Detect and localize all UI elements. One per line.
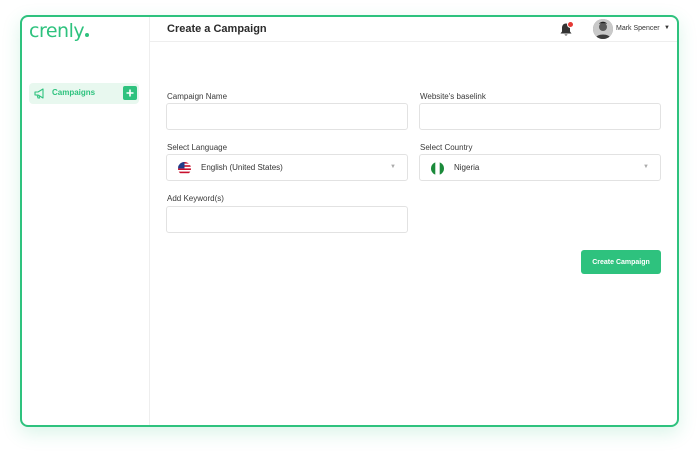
caret-down-icon[interactable]: ▼ bbox=[664, 25, 670, 31]
user-name[interactable]: Mark Spencer bbox=[616, 25, 660, 32]
keywords-input[interactable] bbox=[166, 206, 408, 233]
chevron-down-icon: ▼ bbox=[643, 164, 649, 170]
create-campaign-form: Campaign Name Website's baselink Select … bbox=[150, 42, 677, 425]
megaphone-icon bbox=[34, 88, 44, 99]
language-label: Select Language bbox=[167, 143, 228, 152]
sidebar: crenly Campaigns bbox=[22, 17, 150, 425]
avatar[interactable] bbox=[593, 19, 613, 39]
app-window: crenly Campaigns Create a Campaign Mark … bbox=[20, 15, 679, 427]
notification-badge bbox=[567, 21, 574, 28]
language-select[interactable]: English (United States) ▼ bbox=[166, 154, 408, 181]
logo[interactable]: crenly bbox=[29, 20, 90, 42]
plus-icon bbox=[126, 89, 134, 97]
country-value: Nigeria bbox=[454, 163, 480, 172]
add-campaign-button[interactable] bbox=[123, 86, 137, 100]
sidebar-item-campaigns[interactable]: Campaigns bbox=[29, 83, 139, 104]
sidebar-item-label: Campaigns bbox=[52, 88, 96, 97]
language-value: English (United States) bbox=[201, 163, 283, 172]
top-bar: Create a Campaign Mark Spencer ▼ bbox=[150, 17, 677, 42]
logo-dot bbox=[85, 33, 90, 37]
keywords-label: Add Keyword(s) bbox=[167, 194, 224, 203]
logo-text: crenly bbox=[29, 20, 85, 42]
country-select[interactable]: Nigeria ▼ bbox=[419, 154, 661, 181]
page-title: Create a Campaign bbox=[167, 23, 267, 35]
country-label: Select Country bbox=[420, 143, 473, 152]
website-baselink-input[interactable] bbox=[419, 103, 661, 130]
user-avatar-icon bbox=[593, 19, 613, 39]
us-flag-icon bbox=[178, 162, 191, 175]
campaign-name-input[interactable] bbox=[166, 103, 408, 130]
create-campaign-button[interactable]: Create Campaign bbox=[581, 250, 661, 274]
chevron-down-icon: ▼ bbox=[390, 164, 396, 170]
nigeria-flag-icon bbox=[431, 162, 444, 175]
campaign-name-label: Campaign Name bbox=[167, 92, 228, 101]
website-baselink-label: Website's baselink bbox=[420, 92, 486, 101]
